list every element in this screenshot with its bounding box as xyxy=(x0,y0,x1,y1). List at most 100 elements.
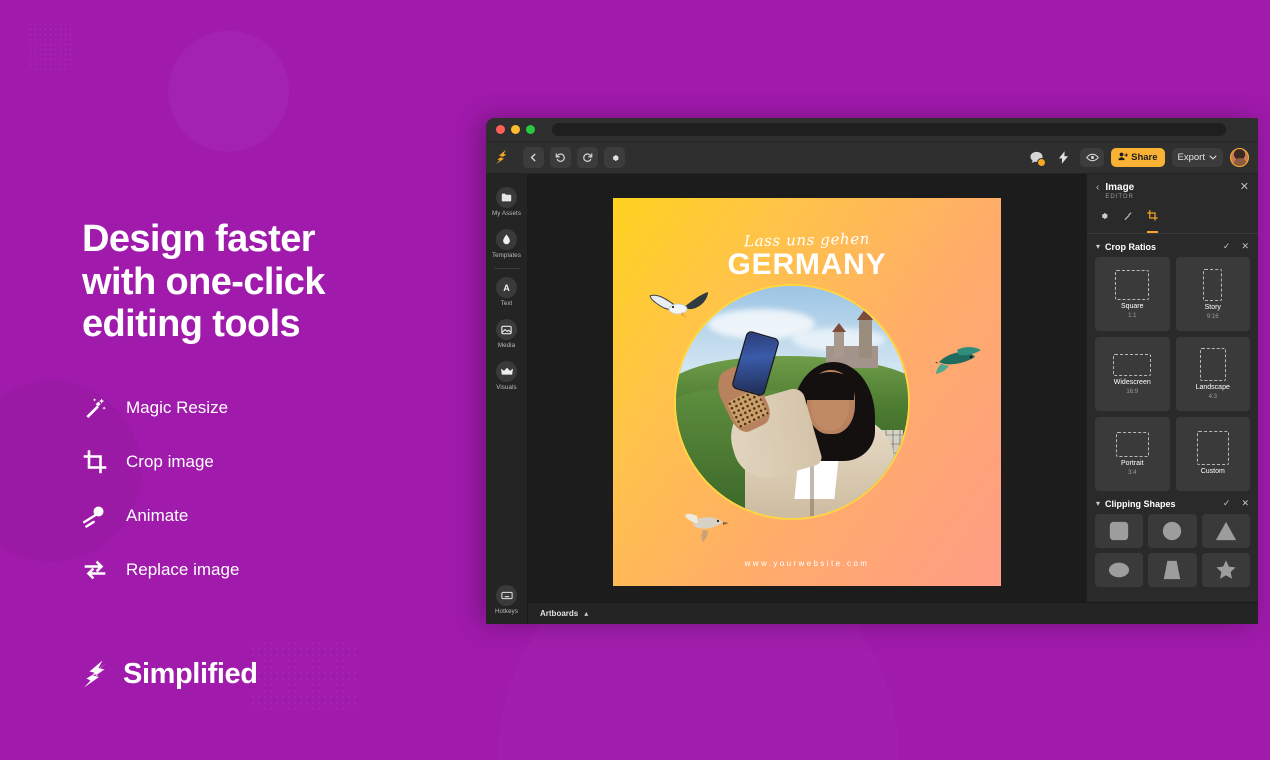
ratio-preview-box xyxy=(1113,353,1152,376)
chevron-down-icon[interactable]: ▾ xyxy=(1096,242,1100,251)
marketing-panel: Design faster with one-click editing too… xyxy=(82,218,462,604)
sidebar-item-hotkeys[interactable]: Hotkeys xyxy=(486,585,527,615)
bottom-bar: Artboards ▴ xyxy=(528,602,1258,624)
app-body: My Assets Templates A Text Media Visuals… xyxy=(486,174,1258,624)
seagull-icon xyxy=(648,290,710,324)
panel-tabs xyxy=(1087,204,1258,234)
magic-wand-icon xyxy=(1123,208,1133,226)
undo-button[interactable] xyxy=(550,147,571,168)
ratio-preview-box xyxy=(1203,268,1223,301)
crop-ratio-custom[interactable]: Custom xyxy=(1175,417,1250,491)
sidebar-item-media[interactable]: Media xyxy=(487,313,527,355)
circle-shape xyxy=(1163,521,1182,541)
app-window: Share Export My Assets Templates A Text … xyxy=(486,118,1258,624)
artboard-title-text: GERMANY xyxy=(727,248,887,281)
window-controls[interactable] xyxy=(496,125,535,134)
minimize-window-button[interactable] xyxy=(511,125,520,134)
sidebar-item-text[interactable]: A Text xyxy=(487,271,527,313)
tab-magic-tools[interactable] xyxy=(1123,208,1133,233)
tab-crop[interactable] xyxy=(1147,208,1158,233)
feature-list: Magic Resize Crop image Animate Replace … xyxy=(82,388,462,590)
crop-ratio-story[interactable]: Story 9:16 xyxy=(1175,257,1250,331)
gear-icon xyxy=(1099,208,1109,226)
cancel-crop-button[interactable]: ✕ xyxy=(1241,241,1249,252)
clipping-shapes-section-header: ▾ Clipping Shapes ✓ ✕ xyxy=(1087,491,1258,514)
feature-label: Magic Resize xyxy=(126,397,229,417)
sidebar-item-label: Hotkeys xyxy=(494,608,519,615)
ratio-preview-box xyxy=(1115,269,1150,300)
artboard-design[interactable]: Lass uns gehen GERMANY www.yourwebsite.c… xyxy=(613,198,1001,586)
canvas-area[interactable]: Lass uns gehen GERMANY www.yourwebsite.c… xyxy=(528,174,1086,624)
media-icon xyxy=(496,319,517,340)
chevron-down-icon[interactable]: ▾ xyxy=(1096,499,1100,508)
image-editor-panel: ‹ Image EDITOR ✕ ▾ Crop Ratios ✓ ✕ Squar… xyxy=(1086,174,1258,624)
simplified-logo-text: Simplified xyxy=(123,658,258,690)
settings-gear-button[interactable] xyxy=(604,147,625,168)
background-dot-pattern-secondary xyxy=(250,640,360,710)
trapezoid-shape xyxy=(1164,560,1181,580)
confirm-crop-button[interactable]: ✓ xyxy=(1223,241,1231,252)
feature-item-magic-resize: Magic Resize xyxy=(82,388,462,428)
sidebar-item-label: Visuals xyxy=(496,384,517,391)
ratio-name: Landscape xyxy=(1195,384,1230,391)
clipping-shapes-grid xyxy=(1087,514,1258,595)
feature-item-crop-image: Crop image xyxy=(82,442,462,482)
back-button[interactable] xyxy=(523,147,544,168)
feature-label: Replace image xyxy=(126,559,240,579)
cancel-shape-button[interactable]: ✕ xyxy=(1241,498,1249,509)
panel-subtitle: EDITOR xyxy=(1105,194,1134,200)
hummingbird-icon xyxy=(935,346,987,376)
panel-titles: Image EDITOR xyxy=(1105,182,1233,200)
ratio-value: 1:1 xyxy=(1128,312,1137,319)
chevron-up-icon[interactable]: ▴ xyxy=(584,609,588,618)
export-button-label: Export xyxy=(1177,152,1205,163)
redo-button[interactable] xyxy=(577,147,598,168)
tab-settings[interactable] xyxy=(1099,208,1109,233)
sidebar-item-templates[interactable]: Templates xyxy=(487,223,527,265)
shape-trapezoid[interactable] xyxy=(1148,553,1197,587)
background-dot-pattern xyxy=(28,22,72,70)
preview-eye-button[interactable] xyxy=(1080,148,1105,167)
crop-ratios-section-header: ▾ Crop Ratios ✓ ✕ xyxy=(1087,234,1258,257)
maximize-window-button[interactable] xyxy=(526,125,535,134)
url-bar[interactable] xyxy=(552,123,1226,136)
keyboard-icon xyxy=(496,585,517,606)
hummingbird-icon xyxy=(685,510,737,542)
shape-rounded-square[interactable] xyxy=(1095,514,1144,548)
confirm-shape-button[interactable]: ✓ xyxy=(1223,498,1231,509)
lightning-bolt-icon[interactable] xyxy=(1053,148,1073,168)
crop-ratio-portrait[interactable]: Portrait 3:4 xyxy=(1095,417,1170,491)
comment-icon[interactable] xyxy=(1026,148,1047,168)
sidebar-item-visuals[interactable]: Visuals xyxy=(487,355,527,397)
ratio-preview-box xyxy=(1115,432,1149,457)
shape-ellipse[interactable] xyxy=(1095,553,1144,587)
crop-ratio-grid: Square 1:1 Story 9:16 Widescreen 16:9 La… xyxy=(1087,257,1258,491)
ratio-name: Story xyxy=(1204,303,1221,311)
panel-close-button[interactable]: ✕ xyxy=(1240,182,1249,193)
feature-label: Animate xyxy=(126,505,189,525)
left-sidebar: My Assets Templates A Text Media Visuals… xyxy=(486,174,528,624)
app-logo-icon[interactable] xyxy=(495,149,511,166)
sidebar-item-my-assets[interactable]: My Assets xyxy=(487,181,527,223)
ratio-value: 16:9 xyxy=(1126,388,1139,395)
user-avatar[interactable] xyxy=(1230,148,1249,167)
export-button[interactable]: Export xyxy=(1171,148,1223,167)
share-button[interactable]: Share xyxy=(1111,148,1165,167)
panel-back-button[interactable]: ‹ xyxy=(1096,182,1099,193)
crown-icon xyxy=(496,361,517,382)
crop-ratio-square[interactable]: Square 1:1 xyxy=(1095,257,1170,331)
crop-ratio-landscape[interactable]: Landscape 4:3 xyxy=(1175,337,1250,411)
crop-icon xyxy=(82,449,108,475)
svg-text:A: A xyxy=(503,283,510,293)
crop-ratio-widescreen[interactable]: Widescreen 16:9 xyxy=(1095,337,1170,411)
shape-star[interactable] xyxy=(1201,553,1250,587)
shape-triangle[interactable] xyxy=(1201,514,1250,548)
shape-circle[interactable] xyxy=(1148,514,1197,548)
page-title: Design faster with one-click editing too… xyxy=(82,218,325,346)
comment-badge xyxy=(1037,157,1047,167)
close-window-button[interactable] xyxy=(496,125,505,134)
simplified-logo: Simplified xyxy=(82,658,258,691)
toolbar-right-group: Share Export xyxy=(1026,148,1249,168)
person-plus-icon xyxy=(1118,152,1129,164)
circular-photo-composite[interactable] xyxy=(676,286,908,518)
